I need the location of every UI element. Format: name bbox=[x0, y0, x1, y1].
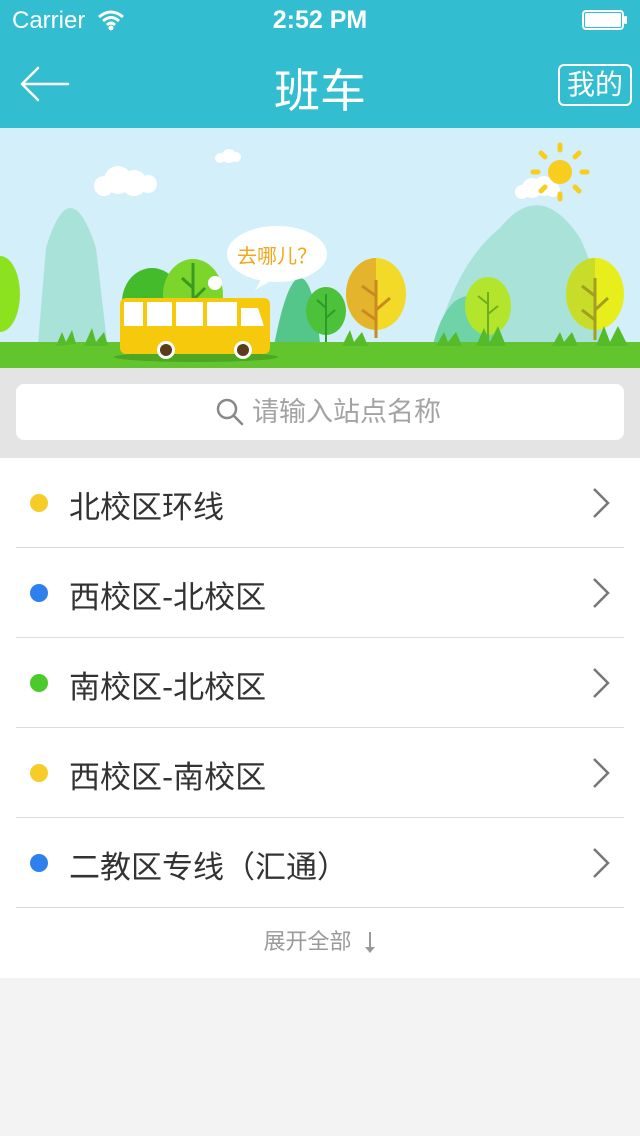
list-item[interactable]: 二教区专线（汇通） bbox=[0, 818, 640, 908]
route-dot bbox=[30, 494, 48, 512]
route-label: 北校区环线 bbox=[69, 490, 224, 526]
route-dot bbox=[30, 764, 48, 782]
battery-icon bbox=[582, 10, 627, 30]
route-label: 西校区-北校区 bbox=[69, 580, 267, 616]
chevron-right-icon bbox=[593, 488, 610, 518]
chevron-right-icon bbox=[593, 758, 610, 788]
route-label: 西校区-南校区 bbox=[69, 760, 267, 796]
list-item[interactable]: 南校区-北校区 bbox=[0, 638, 640, 728]
mine-button[interactable]: 我的 bbox=[557, 64, 632, 106]
chevron-right-icon bbox=[593, 668, 610, 698]
bubble-text: 去哪儿？ bbox=[237, 244, 317, 268]
chevron-right-icon bbox=[593, 848, 610, 878]
route-label: 二教区专线（汇通） bbox=[69, 850, 348, 886]
route-dot bbox=[30, 584, 48, 602]
route-list: 北校区环线 西校区-北校区 南校区-北校区 西校区-南校区 二教区专线（汇通） … bbox=[0, 458, 640, 978]
arrow-down-icon bbox=[364, 932, 375, 953]
expand-all-label: 展开全部 bbox=[263, 930, 352, 955]
list-item[interactable]: 西校区-北校区 bbox=[0, 548, 640, 638]
chevron-right-icon bbox=[593, 578, 610, 608]
route-dot bbox=[30, 674, 48, 692]
list-item[interactable]: 北校区环线 bbox=[0, 458, 640, 548]
banner-illustration: 去哪儿？ bbox=[0, 128, 640, 368]
route-dot bbox=[30, 854, 48, 872]
bus-icon bbox=[114, 298, 278, 362]
list-item[interactable]: 西校区-南校区 bbox=[0, 728, 640, 818]
status-time: 2:52 PM bbox=[272, 6, 368, 34]
search-area bbox=[0, 368, 640, 458]
search-icon bbox=[216, 398, 244, 426]
search-input[interactable] bbox=[252, 384, 612, 440]
search-box[interactable] bbox=[16, 384, 624, 440]
nav-bar: 班车 我的 bbox=[0, 40, 640, 128]
status-bar: Carrier 2:52 PM bbox=[0, 0, 640, 40]
page-title: 班车 bbox=[274, 64, 366, 118]
route-label: 南校区-北校区 bbox=[69, 670, 267, 706]
expand-all-button[interactable]: 展开全部 bbox=[0, 908, 640, 978]
app-header: Carrier 2:52 PM 班车 我的 bbox=[0, 0, 640, 128]
